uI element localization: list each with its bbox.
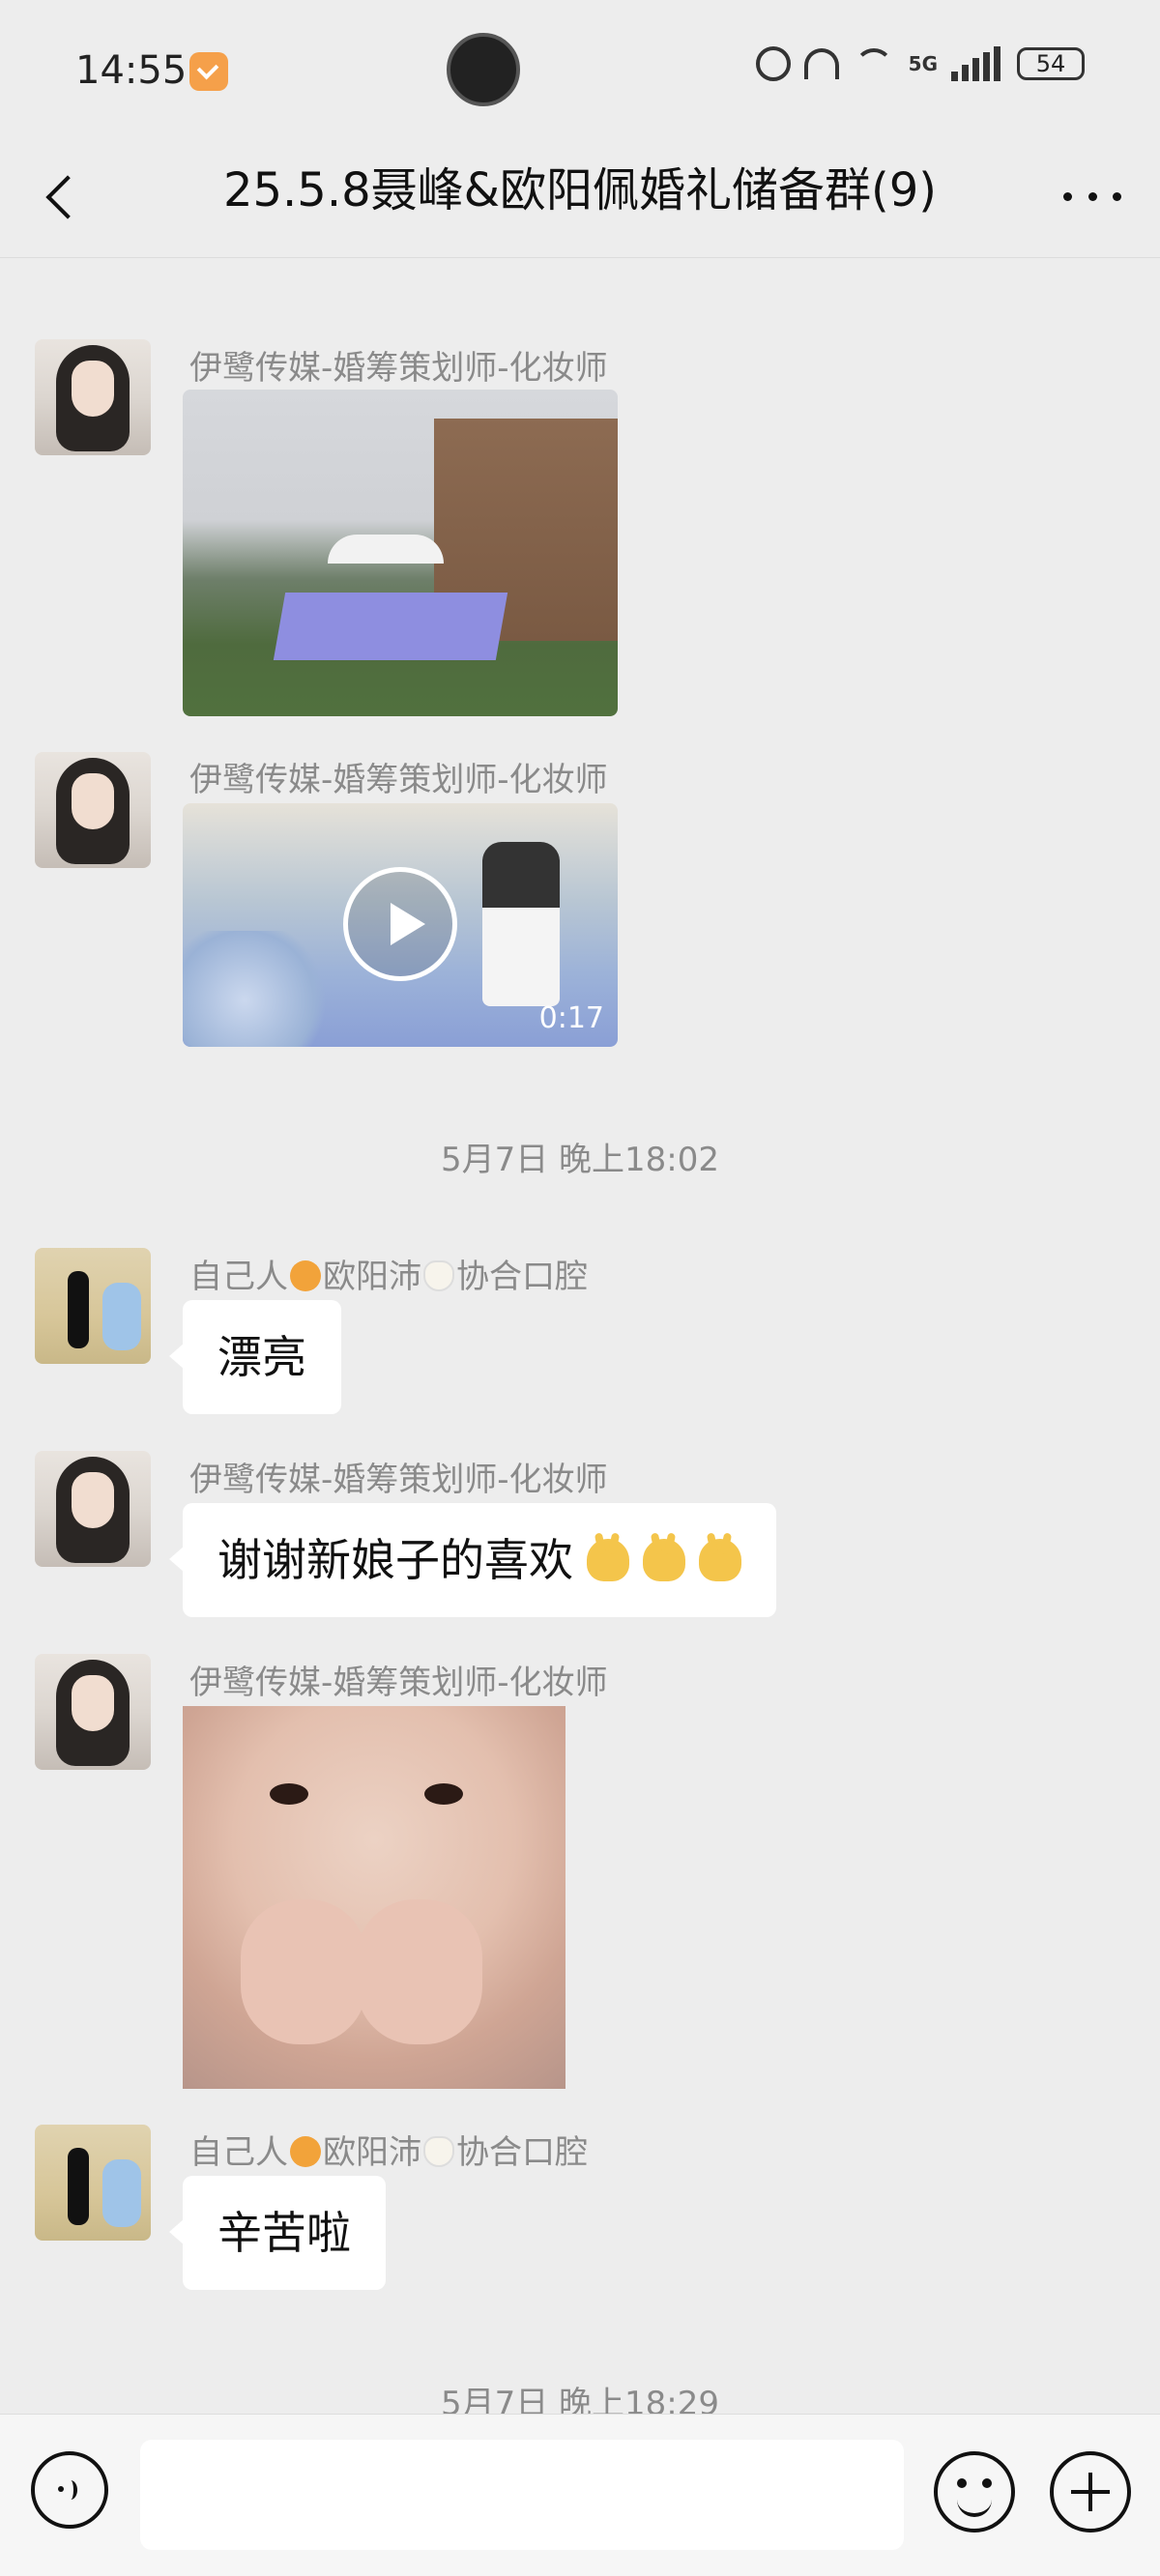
voice-input-button[interactable] <box>31 2451 108 2529</box>
tooth-emoji-icon <box>423 2136 454 2167</box>
photo-content <box>328 535 444 564</box>
victory-hand-emoji-icon <box>587 1539 629 1581</box>
notification-app-icon <box>189 52 228 91</box>
sticker-content <box>270 1783 308 1805</box>
video-thumbnail-content <box>183 931 337 1047</box>
sticker-content <box>357 1899 482 2044</box>
camera-notch <box>447 33 520 106</box>
sender-name: 伊鹭传媒-婚筹策划师-化妆师 <box>189 349 608 388</box>
video-duration: 0:17 <box>538 1001 604 1035</box>
battery-icon: 54 <box>1017 47 1085 80</box>
wifi-icon <box>853 46 895 81</box>
sticker-content <box>424 1783 463 1805</box>
tiger-emoji-icon <box>290 1260 321 1291</box>
avatar[interactable] <box>35 1248 151 1364</box>
input-bar <box>0 2414 1160 2576</box>
message-input[interactable] <box>140 2440 904 2550</box>
sender-name: 自己人 欧阳沛 协合口腔 <box>189 2126 588 2173</box>
status-bar: 14:55 5G 54 <box>0 0 1160 135</box>
avatar[interactable] <box>35 1451 151 1567</box>
alarm-icon <box>755 46 791 81</box>
tiger-emoji-icon <box>290 2136 321 2167</box>
text-message-bubble[interactable]: 辛苦啦 <box>169 2176 386 2290</box>
chat-title: 25.5.8聂峰&欧阳佩婚礼储备群(9) <box>222 163 938 217</box>
status-icons: 5G 54 <box>755 46 1085 81</box>
victory-hand-emoji-icon <box>643 1539 685 1581</box>
tooth-emoji-icon <box>423 1260 454 1291</box>
video-message[interactable]: 0:17 <box>183 803 618 1047</box>
sender-name-part: 协合口腔 <box>456 1258 588 1296</box>
message-timestamp: 5月7日 晚上18:02 <box>440 1141 720 1179</box>
sender-name-part: 自己人 <box>189 1258 288 1296</box>
chat-header: 25.5.8聂峰&欧阳佩婚礼储备群(9) <box>0 135 1160 258</box>
sender-name: 自己人 欧阳沛 协合口腔 <box>189 1250 588 1297</box>
sender-name: 伊鹭传媒-婚筹策划师-化妆师 <box>189 1461 608 1499</box>
sender-name-part: 协合口腔 <box>456 2133 588 2172</box>
text-message-bubble[interactable]: 漂亮 <box>169 1300 341 1414</box>
emoji-button[interactable] <box>934 2451 1015 2533</box>
message-timestamp: 5月7日 晚上18:29 <box>440 2385 720 2414</box>
status-time: 14:55 <box>75 48 188 93</box>
headset-icon <box>803 48 839 79</box>
text-message-bubble[interactable]: 谢谢新娘子的喜欢 <box>169 1503 776 1617</box>
video-thumbnail-content <box>482 842 560 1006</box>
image-message[interactable] <box>183 390 618 716</box>
avatar[interactable] <box>35 752 151 868</box>
sender-name-part: 欧阳沛 <box>323 1258 421 1296</box>
sender-name: 伊鹭传媒-婚筹策划师-化妆师 <box>189 761 608 799</box>
message-text: 漂亮 <box>218 1331 306 1383</box>
play-icon[interactable] <box>343 867 457 981</box>
sender-name-part: 欧阳沛 <box>323 2133 421 2172</box>
message-list[interactable]: 伊鹭传媒-婚筹策划师-化妆师 伊鹭传媒-婚筹策划师-化妆师 0:17 5月7日 … <box>0 258 1160 2414</box>
victory-hand-emoji-icon <box>699 1539 741 1581</box>
message-text: 谢谢新娘子的喜欢 <box>218 1534 573 1586</box>
sender-name: 伊鹭传媒-婚筹策划师-化妆师 <box>189 1664 608 1702</box>
photo-content <box>273 593 508 660</box>
avatar[interactable] <box>35 2125 151 2241</box>
network-type-label: 5G <box>908 52 938 75</box>
message-text: 辛苦啦 <box>218 2207 351 2259</box>
cell-signal-icon <box>951 46 1003 81</box>
sender-name-part: 自己人 <box>189 2133 288 2172</box>
sticker-content <box>241 1899 366 2044</box>
avatar[interactable] <box>35 339 151 455</box>
more-actions-button[interactable] <box>1050 2451 1131 2533</box>
avatar[interactable] <box>35 1654 151 1770</box>
sticker-message[interactable] <box>183 1706 566 2089</box>
more-options-icon[interactable] <box>1063 182 1121 211</box>
